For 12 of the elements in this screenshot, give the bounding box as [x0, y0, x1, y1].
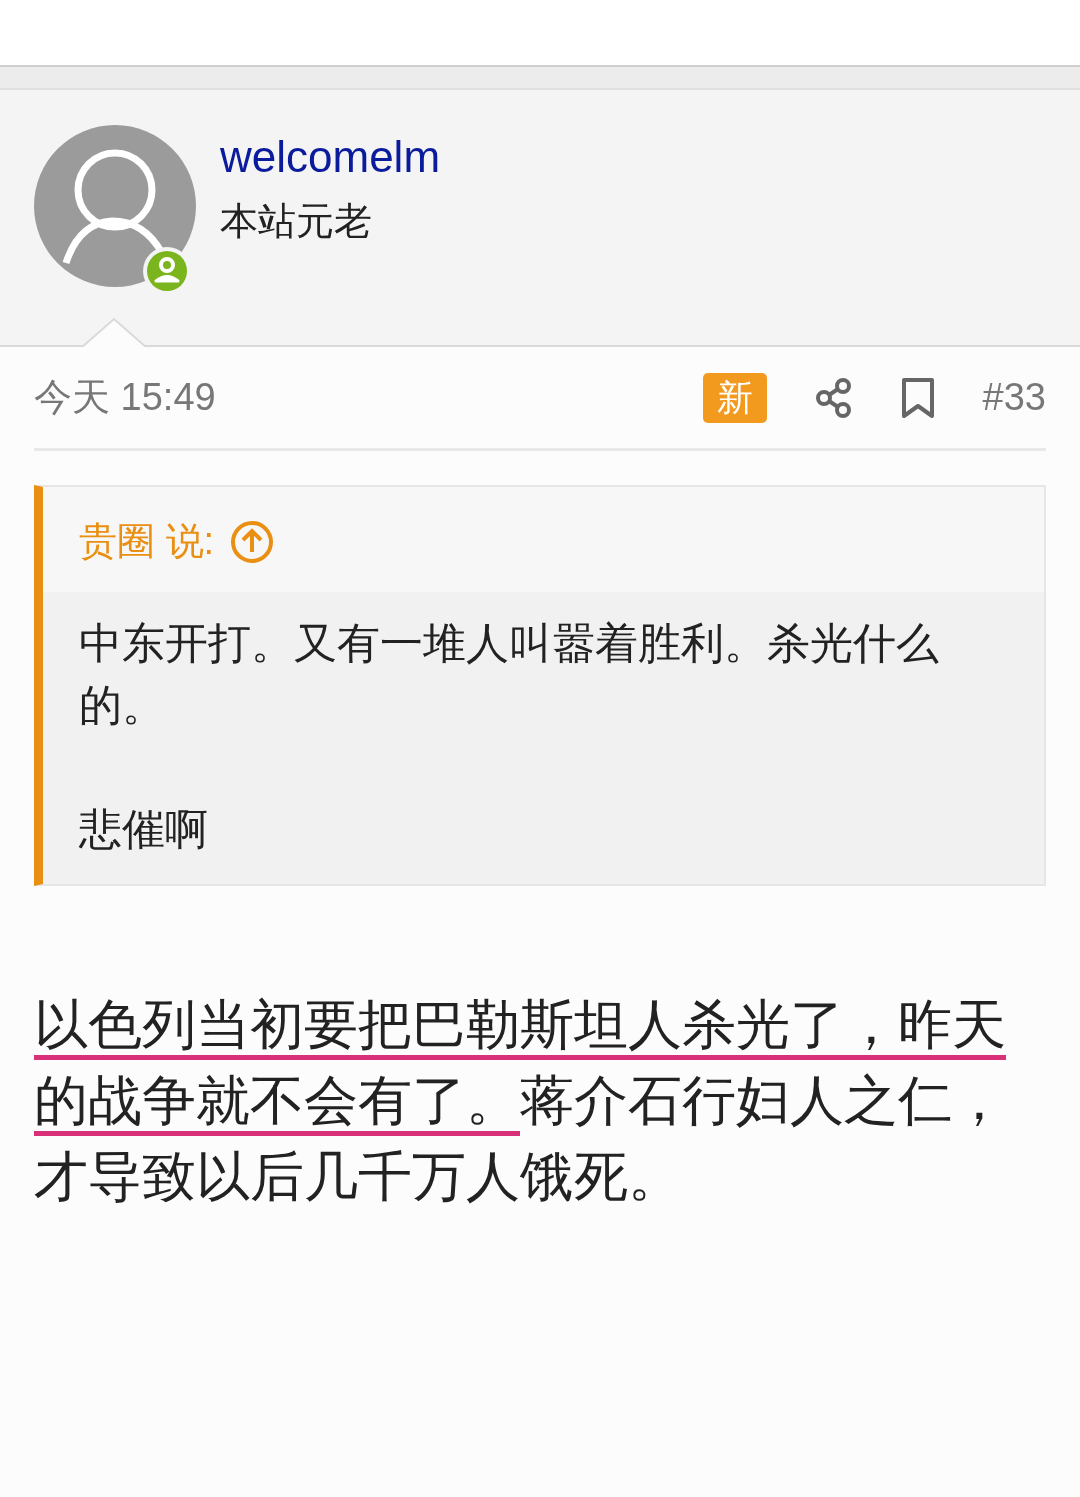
- new-badge: 新: [702, 372, 767, 423]
- username[interactable]: welcomelm: [220, 133, 441, 182]
- quote-text: 中东开打。又有一堆人叫嚣着胜利。杀光什么的。: [79, 618, 940, 731]
- quote-text: 悲催啊: [79, 804, 209, 855]
- quote-author: 贵圈 说:: [79, 519, 215, 564]
- post-text: 以色列当初要把巴勒斯坦人杀光了，昨天的战争就不会有了。蒋介石行妇人之仁，才导致以后几千万人饿死。: [34, 993, 1007, 1208]
- post-number[interactable]: #33: [982, 369, 1046, 426]
- avatar[interactable]: [34, 125, 196, 287]
- user-rank: 本站元老: [220, 199, 373, 245]
- bookmark-icon[interactable]: [900, 376, 935, 419]
- share-icon[interactable]: [814, 377, 853, 418]
- post-time: 今天 15:49: [34, 375, 216, 420]
